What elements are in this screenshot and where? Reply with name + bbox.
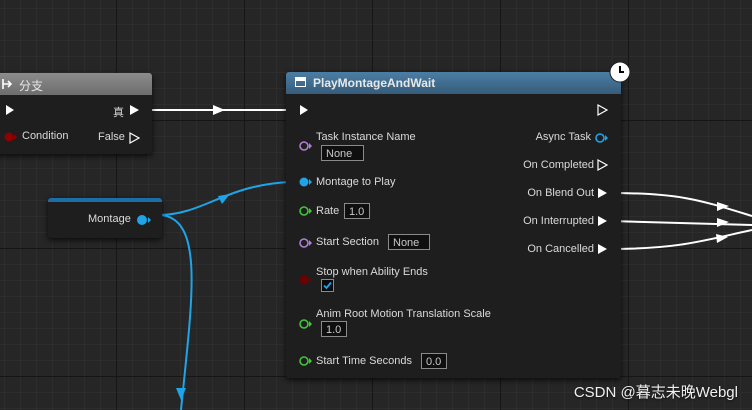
- on-completed-pin[interactable]: [597, 159, 608, 171]
- exec-out-false-pin[interactable]: [129, 132, 140, 144]
- start-section-pin[interactable]: [299, 238, 313, 248]
- start-section-label: Start Section: [316, 236, 379, 248]
- play-montage-node-header[interactable]: PlayMontageAndWait: [286, 61, 631, 94]
- exec-wire-blend-out: [609, 192, 752, 217]
- exec-wire-arrow: [213, 105, 225, 115]
- rate-input[interactable]: 1.0: [344, 203, 370, 219]
- on-cancelled-pin[interactable]: [597, 243, 608, 255]
- stop-when-ability-ends-pin[interactable]: [299, 275, 313, 285]
- async-task-pin[interactable]: [595, 133, 609, 143]
- branch-node[interactable]: 分支 真 Condition False: [0, 73, 152, 154]
- anim-root-motion-pin[interactable]: [299, 319, 313, 329]
- exec-out-pin[interactable]: [597, 104, 608, 116]
- branch-node-title: 分支: [19, 79, 44, 93]
- on-blend-out-label: On Blend Out: [527, 187, 594, 199]
- branch-icon: [2, 79, 13, 89]
- task-instance-name-input[interactable]: None: [321, 145, 364, 161]
- exec-in-pin[interactable]: [299, 104, 309, 116]
- task-instance-name-pin[interactable]: [299, 141, 313, 151]
- on-interrupted-pin[interactable]: [597, 215, 608, 227]
- montage-variable-label: Montage: [88, 213, 131, 225]
- start-time-seconds-pin[interactable]: [299, 356, 313, 366]
- async-task-label: Async Task: [535, 131, 591, 143]
- start-time-seconds-label: Start Time Seconds: [316, 355, 412, 367]
- on-completed-label: On Completed: [523, 159, 594, 171]
- condition-label: Condition: [22, 130, 69, 142]
- on-cancelled-label: On Cancelled: [527, 243, 594, 255]
- branch-node-header[interactable]: 分支: [0, 73, 152, 95]
- watermark: CSDN @暮志未晚Webgl: [573, 384, 738, 401]
- exec-wire-interrupted: [609, 220, 752, 226]
- montage-variable-node[interactable]: Montage: [48, 198, 162, 238]
- montage-to-play-pin[interactable]: [299, 177, 313, 187]
- condition-pin[interactable]: [4, 132, 18, 142]
- montage-out-pin[interactable]: [136, 214, 152, 226]
- task-instance-name-label: Task Instance Name: [316, 131, 416, 143]
- rate-label: Rate: [316, 205, 340, 217]
- exec-in-pin[interactable]: [5, 104, 15, 116]
- start-time-seconds-input[interactable]: 0.0: [421, 353, 447, 369]
- anim-root-motion-input[interactable]: 1.0: [321, 321, 347, 337]
- rate-pin[interactable]: [299, 206, 313, 216]
- stop-when-ability-ends-checkbox[interactable]: [321, 279, 334, 292]
- false-label: False: [98, 131, 125, 143]
- anim-root-motion-label: Anim Root Motion Translation Scale: [316, 308, 491, 320]
- play-montage-and-wait-node[interactable]: PlayMontageAndWait Task Instance Name No…: [286, 61, 631, 378]
- on-interrupted-label: On Interrupted: [523, 215, 594, 227]
- play-montage-node-title: PlayMontageAndWait: [313, 76, 436, 90]
- exec-wire-cancelled: [609, 229, 752, 250]
- checkmark-icon: [323, 281, 332, 290]
- on-blend-out-pin[interactable]: [597, 187, 608, 199]
- exec-out-true-label: 真: [113, 107, 124, 119]
- montage-wire-down-arrow: [176, 388, 186, 400]
- exec-out-true-pin[interactable]: [129, 104, 140, 116]
- stop-when-ability-ends-label: Stop when Ability Ends: [316, 266, 428, 278]
- montage-to-play-label: Montage to Play: [316, 176, 396, 188]
- function-icon: [295, 77, 306, 87]
- montage-wire-down: [159, 214, 193, 410]
- latent-clock-icon: [609, 61, 631, 83]
- start-section-input[interactable]: None: [388, 234, 430, 250]
- montage-wire-arrow: [218, 194, 230, 204]
